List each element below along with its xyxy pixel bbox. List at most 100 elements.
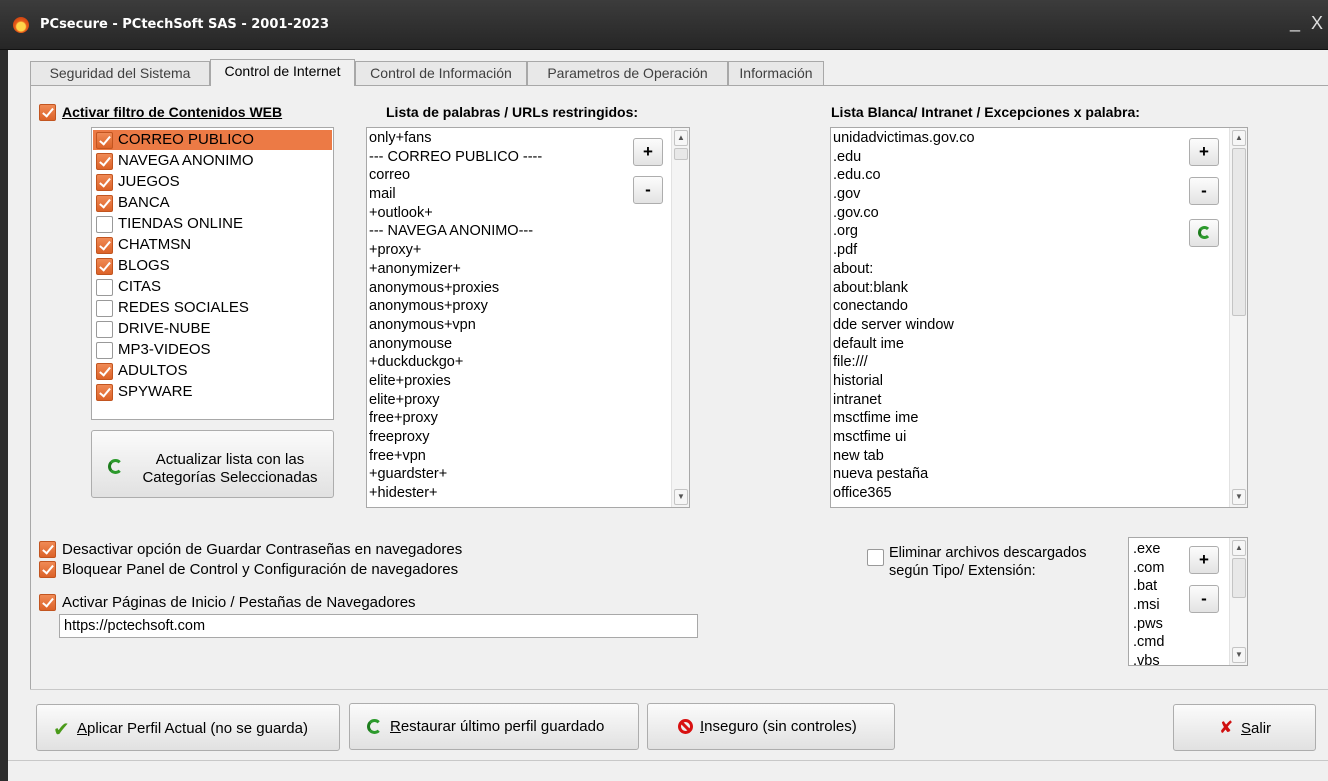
scroll-thumb[interactable] <box>1232 558 1246 598</box>
apply-profile-button[interactable]: ✔ Aplicar Perfil Actual (no se guarda) <box>36 704 340 751</box>
category-checkbox[interactable] <box>96 321 113 338</box>
category-checkbox[interactable] <box>96 216 113 233</box>
category-item[interactable]: ADULTOS <box>93 361 332 381</box>
restricted-item[interactable]: free+proxy <box>369 409 542 428</box>
restore-profile-button[interactable]: Restaurar último perfil guardado <box>349 703 639 750</box>
home-pages-checkbox[interactable] <box>39 594 56 611</box>
restricted-item[interactable]: --- NAVEGA ANONIMO--- <box>369 222 542 241</box>
restricted-remove-button[interactable]: - <box>633 176 663 204</box>
restricted-item[interactable]: --- CORREO PUBLICO ---- <box>369 148 542 167</box>
scroll-up-icon[interactable]: ▲ <box>674 130 688 146</box>
whitelist-item[interactable]: file:/// <box>833 353 975 372</box>
whitelist-scrollbar[interactable]: ▲ ▼ <box>1229 128 1247 507</box>
insecure-button[interactable]: Inseguro (sin controles) <box>647 703 895 750</box>
whitelist-item[interactable]: conectando <box>833 297 975 316</box>
whitelist-item[interactable]: msctfime ui <box>833 428 975 447</box>
extension-item[interactable]: .com <box>1133 559 1164 578</box>
whitelist-item[interactable]: .edu.co <box>833 166 975 185</box>
whitelist-item[interactable]: about: <box>833 260 975 279</box>
category-item[interactable]: BANCA <box>93 193 332 213</box>
category-item[interactable]: BLOGS <box>93 256 332 276</box>
delete-downloads-checkbox[interactable] <box>867 549 884 566</box>
whitelist-item[interactable]: .org <box>833 222 975 241</box>
whitelist-remove-button[interactable]: - <box>1189 177 1219 205</box>
restricted-item[interactable]: +hidester+ <box>369 484 542 503</box>
category-item[interactable]: REDES SOCIALES <box>93 298 332 318</box>
whitelist-item[interactable]: nueva pestaña <box>833 465 975 484</box>
scroll-up-icon[interactable]: ▲ <box>1232 130 1246 146</box>
block-panel-checkbox[interactable] <box>39 561 56 578</box>
extension-item[interactable]: .msi <box>1133 596 1164 615</box>
restricted-item[interactable]: anonymous+proxies <box>369 279 542 298</box>
category-checkbox[interactable] <box>96 153 113 170</box>
extension-item[interactable]: .bat <box>1133 577 1164 596</box>
category-checkbox[interactable] <box>96 300 113 317</box>
whitelist-item[interactable]: about:blank <box>833 279 975 298</box>
category-item[interactable]: CHATMSN <box>93 235 332 255</box>
whitelist-item[interactable]: historial <box>833 372 975 391</box>
restricted-item[interactable]: only+fans <box>369 129 542 148</box>
exit-button[interactable]: ✘ Salir <box>1173 704 1316 751</box>
extension-item[interactable]: .pws <box>1133 615 1164 634</box>
tab-parametros-operacion[interactable]: Parametros de Operación <box>527 61 728 85</box>
restricted-item[interactable]: free+vpn <box>369 447 542 466</box>
category-item[interactable]: JUEGOS <box>93 172 332 192</box>
category-checkbox[interactable] <box>96 237 113 254</box>
restricted-scrollbar[interactable]: ▲ ▼ <box>671 128 689 507</box>
whitelist-item[interactable]: msctfime ime <box>833 409 975 428</box>
tab-control-internet[interactable]: Control de Internet <box>210 59 355 86</box>
category-checkbox[interactable] <box>96 279 113 296</box>
category-checkbox[interactable] <box>96 174 113 191</box>
scroll-down-icon[interactable]: ▼ <box>674 489 688 505</box>
category-checkbox[interactable] <box>96 132 113 149</box>
category-checkbox[interactable] <box>96 258 113 275</box>
whitelist-item[interactable]: office365 <box>833 484 975 503</box>
category-item[interactable]: SPYWARE <box>93 382 332 402</box>
restricted-item[interactable]: freeproxy <box>369 428 542 447</box>
tab-seguridad-sistema[interactable]: Seguridad del Sistema <box>30 61 210 85</box>
restricted-item[interactable]: +proxy+ <box>369 241 542 260</box>
update-categories-button[interactable]: Actualizar lista con las Categorías Sele… <box>91 430 334 498</box>
whitelist-item[interactable]: default ime <box>833 335 975 354</box>
restricted-item[interactable]: correo <box>369 166 542 185</box>
category-checkbox[interactable] <box>96 363 113 380</box>
category-item[interactable]: TIENDAS ONLINE <box>93 214 332 234</box>
category-item[interactable]: NAVEGA ANONIMO <box>93 151 332 171</box>
filter-checkbox[interactable] <box>39 104 56 121</box>
category-item[interactable]: CITAS <box>93 277 332 297</box>
extensions-scrollbar[interactable]: ▲ ▼ <box>1229 538 1247 665</box>
extensions-add-button[interactable]: + <box>1189 546 1219 574</box>
scroll-up-icon[interactable]: ▲ <box>1232 540 1246 556</box>
category-item[interactable]: MP3-VIDEOS <box>93 340 332 360</box>
category-item[interactable]: DRIVE-NUBE <box>93 319 332 339</box>
restricted-item[interactable]: mail <box>369 185 542 204</box>
extension-item[interactable]: .cmd <box>1133 633 1164 652</box>
scroll-thumb[interactable] <box>1232 148 1246 316</box>
restricted-item[interactable]: +guardster+ <box>369 465 542 484</box>
whitelist-item[interactable]: unidadvictimas.gov.co <box>833 129 975 148</box>
scroll-thumb[interactable] <box>674 148 688 160</box>
whitelist-item[interactable]: intranet <box>833 391 975 410</box>
restricted-item[interactable]: +duckduckgo+ <box>369 353 542 372</box>
whitelist-item[interactable]: dde server window <box>833 316 975 335</box>
disable-passwords-checkbox[interactable] <box>39 541 56 558</box>
restricted-item[interactable]: anonymous+proxy <box>369 297 542 316</box>
restricted-item[interactable]: anonymouse <box>369 335 542 354</box>
extensions-remove-button[interactable]: - <box>1189 585 1219 613</box>
restricted-item[interactable]: elite+proxies <box>369 372 542 391</box>
restricted-item[interactable]: anonymous+vpn <box>369 316 542 335</box>
extensions-list[interactable]: .exe .com .bat .msi .pws .cmd .vbs ▲ ▼ <box>1128 537 1248 666</box>
whitelist-refresh-button[interactable] <box>1189 219 1219 247</box>
close-button[interactable]: X <box>1311 13 1323 34</box>
scroll-down-icon[interactable]: ▼ <box>1232 647 1246 663</box>
extension-item[interactable]: .vbs <box>1133 652 1164 665</box>
tab-control-informacion[interactable]: Control de Información <box>355 61 527 85</box>
whitelist-item[interactable]: new tab <box>833 447 975 466</box>
whitelist-item[interactable]: .gov.co <box>833 204 975 223</box>
restricted-item[interactable]: +anonymizer+ <box>369 260 542 279</box>
restricted-add-button[interactable]: + <box>633 138 663 166</box>
restricted-item[interactable]: +outlook+ <box>369 204 542 223</box>
whitelist-item[interactable]: .pdf <box>833 241 975 260</box>
categories-list[interactable]: CORREO PUBLICO NAVEGA ANONIMO JUEGOS BANCA T… <box>91 127 334 420</box>
category-checkbox[interactable] <box>96 384 113 401</box>
